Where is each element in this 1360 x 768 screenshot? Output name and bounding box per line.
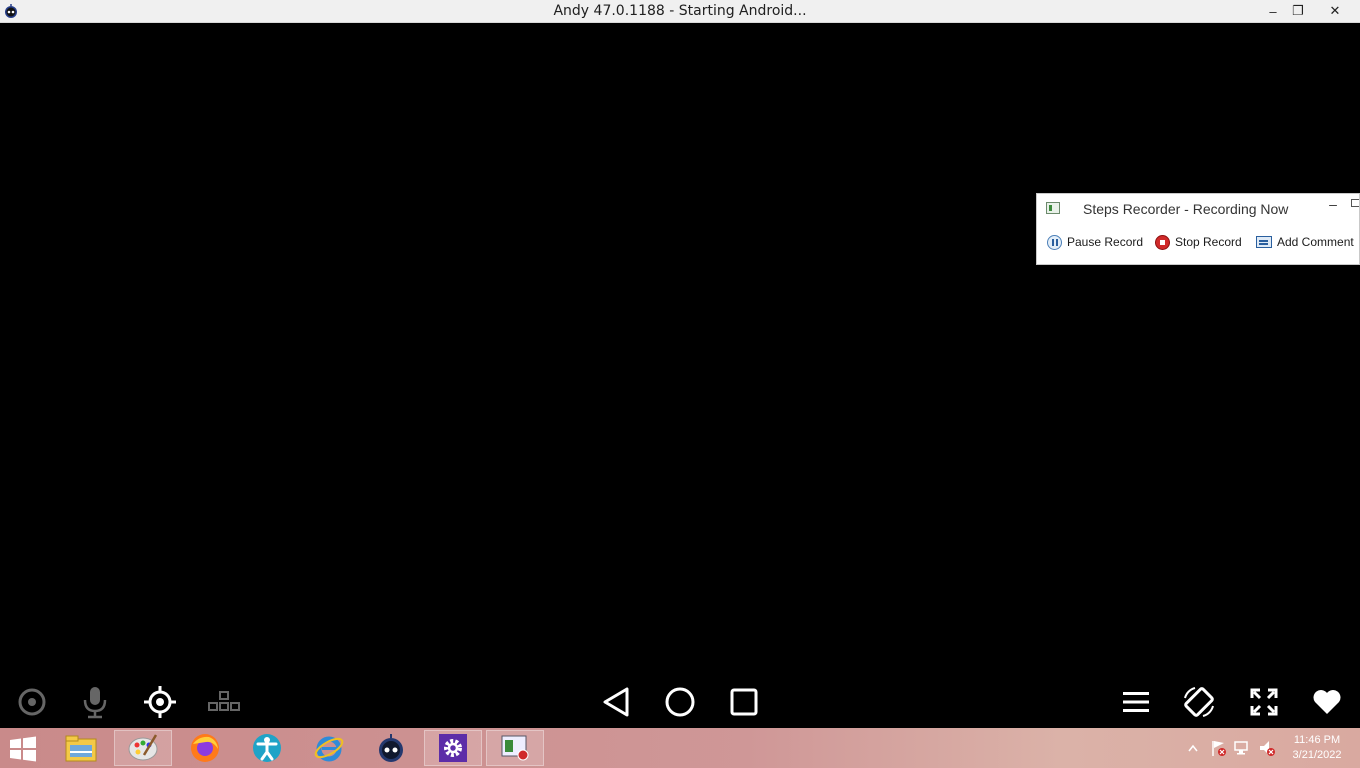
android-screen[interactable]: [0, 23, 1360, 728]
clock-date: 3/21/2022: [1292, 749, 1342, 761]
steps-maximize-button[interactable]: [1351, 199, 1359, 207]
microphone-icon[interactable]: [73, 680, 117, 724]
menu-icon[interactable]: [1114, 680, 1158, 724]
fullscreen-icon[interactable]: [1242, 680, 1286, 724]
settings-icon[interactable]: [424, 730, 482, 766]
stop-icon: [1155, 234, 1170, 250]
steps-recorder-title: Steps Recorder - Recording Now: [1083, 201, 1289, 217]
stop-record-label: Stop Record: [1175, 235, 1242, 249]
accessibility-icon[interactable]: [238, 730, 296, 766]
show-hidden-icons-icon[interactable]: [1184, 728, 1202, 768]
volume-muted-icon[interactable]: [1256, 728, 1278, 768]
steps-minimize-button[interactable]: ‒: [1325, 196, 1341, 216]
close-button[interactable]: ✕: [1312, 0, 1358, 22]
steps-recorder-icon: [1046, 202, 1060, 214]
keymapping-icon[interactable]: [202, 680, 246, 724]
pause-icon: [1047, 234, 1062, 250]
firefox-icon[interactable]: [176, 730, 234, 766]
action-center-flag-icon[interactable]: [1208, 728, 1228, 768]
comment-icon: [1256, 236, 1272, 248]
stop-record-button[interactable]: Stop Record: [1155, 232, 1242, 252]
recents-icon[interactable]: [722, 680, 766, 724]
clock-time: 11:46 PM: [1293, 734, 1341, 746]
window-titlebar: Andy 47.0.1188 - Starting Android... ‒ ❐…: [0, 0, 1360, 23]
add-comment-button[interactable]: Add Comment: [1256, 232, 1354, 252]
andy-icon[interactable]: [362, 730, 420, 766]
pause-record-button[interactable]: Pause Record: [1047, 232, 1143, 252]
camera-icon[interactable]: [10, 680, 54, 724]
start-windows-icon[interactable]: [8, 736, 38, 762]
home-icon[interactable]: [658, 680, 702, 724]
internet-explorer-icon[interactable]: [300, 730, 358, 766]
paint-icon[interactable]: [114, 730, 172, 766]
steps-recorder-taskbar-icon[interactable]: [486, 730, 544, 766]
add-comment-label: Add Comment: [1277, 235, 1354, 249]
steps-recorder-window: Steps Recorder - Recording Now ‒ Pause R…: [1036, 193, 1360, 265]
andy-control-bar: [0, 680, 1360, 726]
system-clock[interactable]: 11:46 PM 3/21/2022: [1284, 733, 1350, 763]
favorite-heart-icon[interactable]: [1305, 680, 1349, 724]
taskbar: 11:46 PM 3/21/2022: [0, 728, 1360, 768]
restore-button[interactable]: ❐: [1283, 0, 1313, 22]
network-icon[interactable]: [1232, 728, 1252, 768]
file-explorer-icon[interactable]: [52, 730, 110, 766]
pause-record-label: Pause Record: [1067, 235, 1144, 249]
back-icon[interactable]: [594, 680, 638, 724]
window-title: Andy 47.0.1188 - Starting Android...: [553, 3, 807, 19]
steps-recorder-toolbar: Pause Record Stop Record Add Comment: [1037, 232, 1359, 254]
steps-recorder-titlebar: Steps Recorder - Recording Now ‒: [1037, 194, 1359, 224]
gps-location-icon[interactable]: [138, 680, 182, 724]
rotate-icon[interactable]: [1177, 680, 1221, 724]
